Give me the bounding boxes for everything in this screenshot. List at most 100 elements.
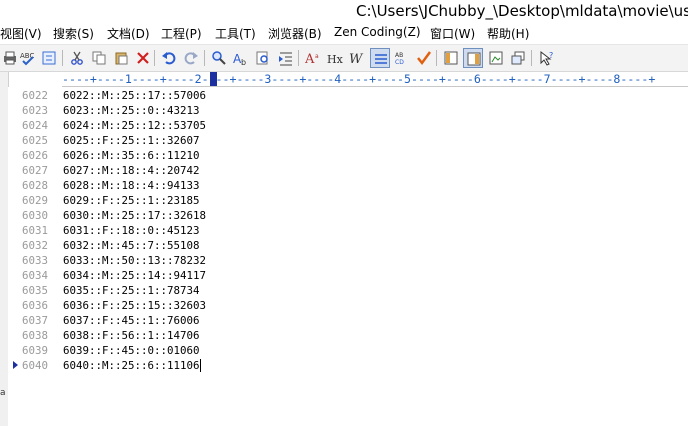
text-line[interactable]: 6023::M::25::0::43213 <box>63 103 200 118</box>
toolbar-separator <box>204 50 205 66</box>
text-line[interactable]: 6030::M::25::17::32618 <box>63 208 206 223</box>
svg-text:?: ? <box>549 51 553 60</box>
html-tag-button[interactable]: Hx <box>325 48 345 68</box>
svg-text:AB: AB <box>395 52 403 59</box>
line-number: 6029 <box>22 194 49 207</box>
panel-active-icon <box>467 52 481 66</box>
checkmark-icon <box>417 51 432 66</box>
menu-item-zen-coding[interactable]: Zen Coding(Z) <box>334 25 421 39</box>
delete-button[interactable] <box>133 48 153 68</box>
checkmark-button[interactable] <box>414 48 434 68</box>
toolbar-separator <box>298 50 299 66</box>
toolbar-separator <box>154 50 155 66</box>
toolbar-separator <box>531 50 532 66</box>
text-line[interactable]: 6034::M::25::14::94117 <box>63 268 206 283</box>
line-number: 6028 <box>22 179 49 192</box>
menu-item-window[interactable]: 窗口(W) <box>430 25 475 42</box>
line-number: 6039 <box>22 344 49 357</box>
line-number: 6036 <box>22 299 49 312</box>
svg-text:CD: CD <box>395 59 404 66</box>
svg-text:A: A <box>305 52 315 66</box>
menu-item-view[interactable]: 视图(V) <box>0 25 42 42</box>
panel-active-button[interactable] <box>463 48 483 68</box>
text-caret <box>199 359 201 372</box>
indent-button[interactable] <box>276 48 296 68</box>
line-number: 6031 <box>22 224 49 237</box>
find-in-files-icon <box>256 51 268 65</box>
copy-icon <box>92 51 106 65</box>
window-restore-icon <box>511 51 525 65</box>
line-number: 6025 <box>22 134 49 147</box>
replace-button[interactable]: Ab <box>231 48 251 68</box>
line-number: 6030 <box>22 209 49 222</box>
line-number-gutter[interactable]: 6022 6023 6024 6025 6026 6027 6028 6029 6030 6031… <box>8 87 62 426</box>
cut-button[interactable] <box>67 48 87 68</box>
line-number: 6024 <box>22 119 49 132</box>
undo-button[interactable] <box>159 48 179 68</box>
toolbar-separator <box>436 50 437 66</box>
copy-button[interactable] <box>89 48 109 68</box>
toolbar: ABC Ab Aa Hx W AB CD? <box>0 44 688 72</box>
menu-item-help[interactable]: 帮助(H) <box>487 25 529 42</box>
text-editor[interactable]: 6022::M::25::17::57006 6023::M::25::0::43… <box>62 87 688 426</box>
text-line[interactable]: 6025::F::25::1::32607 <box>63 133 200 148</box>
paste-button[interactable] <box>111 48 131 68</box>
help-cursor-button[interactable]: ? <box>537 48 557 68</box>
text-line[interactable]: 6029::F::25::1::23185 <box>63 193 200 208</box>
text-line[interactable]: 6037::F::45::1::76006 <box>63 313 200 328</box>
text-line[interactable]: 6028::M::18::4::94133 <box>63 178 200 193</box>
line-number: 6032 <box>22 239 49 252</box>
font-icon: Aa <box>305 52 319 66</box>
line-number: 6040 <box>22 359 49 372</box>
text-line[interactable]: 6039::F::45::0::01060 <box>63 343 200 358</box>
menu-item-tools[interactable]: 工具(T) <box>215 25 256 42</box>
text-line[interactable]: 6032::M::45::7::55108 <box>63 238 200 253</box>
font-button[interactable]: Aa <box>303 48 323 68</box>
text-line[interactable]: 6024::M::25::12::53705 <box>63 118 206 133</box>
svg-text:Hx: Hx <box>327 53 343 66</box>
menu-item-document[interactable]: 文档(D) <box>107 25 150 42</box>
line-number: 6033 <box>22 254 49 267</box>
panel-left-button[interactable] <box>441 48 461 68</box>
text-line[interactable]: 6033::M::50::13::78232 <box>63 253 206 268</box>
column-ruler: ----+----1----+----2----+----3----+----4… <box>62 72 688 86</box>
window-restore-button[interactable] <box>508 48 528 68</box>
word-wrap-toggle-icon <box>42 51 56 65</box>
line-number: 6035 <box>22 284 49 297</box>
text-line[interactable]: 6035::F::25::1::78734 <box>63 283 200 298</box>
italic-w-button[interactable]: W <box>347 48 367 68</box>
abc-case-button[interactable]: AB CD <box>392 48 412 68</box>
menu-item-project[interactable]: 工程(P) <box>161 25 202 42</box>
replace-icon: Ab <box>233 52 246 66</box>
undo-icon <box>162 52 176 65</box>
text-line[interactable]: 6031::F::18::0::45123 <box>63 223 200 238</box>
text-line[interactable]: 6027::M::18::4::20742 <box>63 163 200 178</box>
line-number: 6023 <box>22 104 49 117</box>
wrap-lines-icon <box>375 54 387 64</box>
text-line[interactable]: 6038::F::56::1::14706 <box>63 328 200 343</box>
redo-button[interactable] <box>181 48 201 68</box>
word-wrap-toggle-button[interactable] <box>39 48 59 68</box>
print-icon <box>4 51 16 65</box>
wrap-lines-button[interactable] <box>370 48 390 68</box>
text-line[interactable]: 6022::M::25::17::57006 <box>63 88 206 103</box>
text-line[interactable]: 6040::M::25::6::11106 <box>63 358 200 373</box>
menu-bar: 视图(V) 搜索(S) 文档(D) 工程(P) 工具(T) 浏览器(B) Zen Codin… <box>0 23 688 43</box>
print-button[interactable] <box>0 48 20 68</box>
spellcheck-button[interactable]: ABC <box>18 48 38 68</box>
italic-w-icon: W <box>349 52 364 66</box>
find-button[interactable] <box>209 48 229 68</box>
text-line[interactable]: 6036::F::25::15::32603 <box>63 298 206 313</box>
toolbar-separator <box>62 50 63 66</box>
panel-image-button[interactable] <box>486 48 506 68</box>
text-line[interactable]: 6026::M::35::6::11210 <box>63 148 200 163</box>
indent-icon <box>279 52 292 66</box>
menu-item-search[interactable]: 搜索(S) <box>53 25 94 42</box>
ruler-text: ----+----1----+----2----+----3----+----4… <box>62 72 656 86</box>
help-cursor-icon: ? <box>540 50 553 66</box>
line-number: 6027 <box>22 164 49 177</box>
menu-item-browser[interactable]: 浏览器(B) <box>268 25 322 42</box>
redo-icon <box>184 52 198 65</box>
find-in-files-button[interactable] <box>253 48 273 68</box>
current-line-marker <box>13 361 18 369</box>
